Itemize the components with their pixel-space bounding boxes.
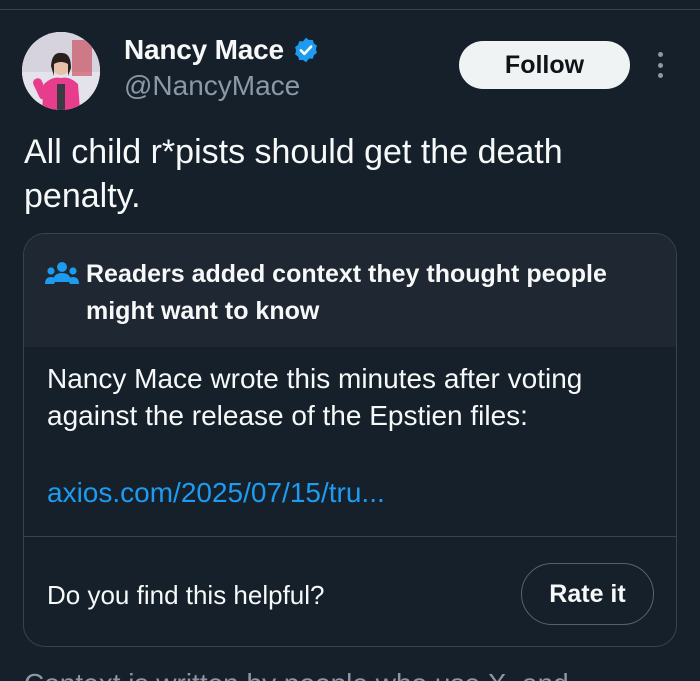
community-note-link[interactable]: axios.com/2025/07/15/tru...	[47, 477, 385, 509]
author-info[interactable]: Nancy Mace @NancyMace	[124, 34, 320, 102]
rate-it-button[interactable]: Rate it	[521, 563, 654, 625]
people-icon	[45, 260, 79, 288]
tweet-text: All child r*pists should get the death p…	[24, 133, 563, 215]
handle[interactable]: @NancyMace	[124, 70, 320, 102]
note-divider	[24, 536, 676, 537]
tweet-view: Nancy Mace @NancyMace Follow All child r…	[0, 0, 700, 681]
community-note-body: Nancy Mace wrote this minutes after voti…	[47, 363, 583, 431]
top-divider	[0, 9, 700, 10]
avatar[interactable]	[22, 32, 100, 110]
footer-text: Context is written by people who use X, …	[24, 668, 684, 681]
display-name[interactable]: Nancy Mace	[124, 34, 284, 66]
community-note-header: Readers added context they thought peopl…	[24, 234, 676, 347]
more-options-icon[interactable]	[648, 48, 672, 82]
display-name-row: Nancy Mace	[124, 34, 320, 66]
helpful-question: Do you find this helpful?	[47, 580, 325, 610]
verified-badge-icon	[292, 36, 320, 64]
community-note-card: Readers added context they thought peopl…	[23, 233, 677, 647]
community-note-title: Readers added context they thought peopl…	[86, 260, 607, 325]
follow-button[interactable]: Follow	[459, 41, 630, 89]
avatar-image	[22, 32, 100, 110]
